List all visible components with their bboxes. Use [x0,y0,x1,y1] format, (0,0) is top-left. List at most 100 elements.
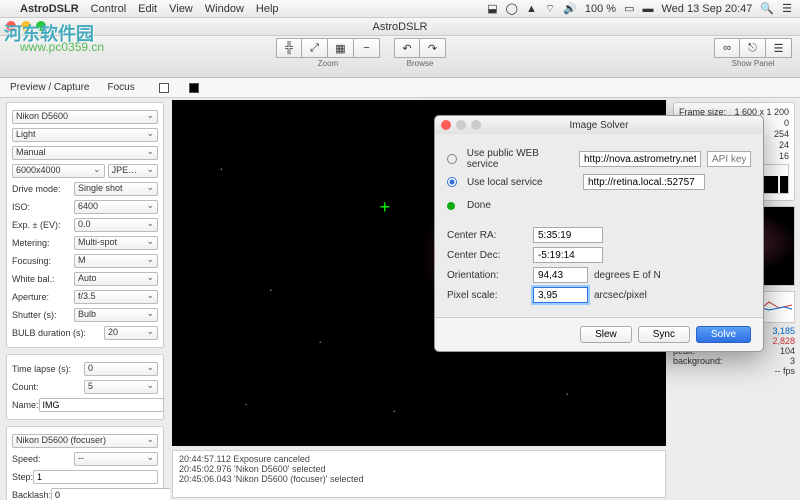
wifi-icon[interactable]: ⌔ [545,2,555,16]
battery-text: 100 % [585,3,616,15]
browse-prev-button[interactable]: ↶ [394,38,420,58]
zoom-actual-button[interactable]: ⤢ [302,38,328,58]
count-label: Count: [12,382,84,392]
battery-icon[interactable]: ▭ [624,2,634,15]
drive-select[interactable]: Single shot [74,182,158,196]
backlash-label: Backlash: [12,490,51,500]
backlash-input[interactable] [51,488,170,500]
step-label: Step: [12,472,33,482]
zoom-fit-button[interactable]: ╬ [276,38,302,58]
log-line: 20:44:57.112 Exposure canceled [179,454,659,464]
iso-label: ISO: [12,202,74,212]
aperture-select[interactable]: f/3.5 [74,290,158,304]
zoom-in-button[interactable]: ▦ [328,38,354,58]
panel-list-button[interactable]: ☰ [766,38,792,58]
shutter-label: Shutter (s): [12,310,74,320]
solve-button[interactable]: Solve [696,326,751,343]
focus-select[interactable]: M [74,254,158,268]
name-input[interactable] [39,398,164,412]
timelapse-select[interactable]: 0 [84,362,158,376]
whatsapp-icon[interactable]: ◯ [506,2,518,15]
meter-label: Metering: [12,238,74,248]
orient-input[interactable] [533,267,588,283]
menu-window[interactable]: Window [205,3,244,15]
dec-input[interactable] [533,247,603,263]
scale-input[interactable] [533,287,588,303]
bulb-select[interactable]: 20 [104,326,158,340]
timelapse-label: Time lapse (s): [12,364,84,374]
capture-bar: Preview / Capture Focus [0,78,800,98]
dialog-zoom [471,120,481,130]
white-frame-button[interactable] [159,83,169,93]
panel-share-button[interactable]: ⎋ [740,38,766,58]
local-url-input[interactable] [583,174,705,190]
menu-view[interactable]: View [169,3,193,15]
tab-preview[interactable]: Preview / Capture [10,82,89,93]
iso-select[interactable]: 6400 [74,200,158,214]
format-select[interactable]: JPE… [108,164,158,178]
spotlight-icon[interactable]: 🔍 [760,2,774,15]
radio-local[interactable] [447,177,457,187]
app-menu[interactable]: AstroDSLR [20,3,79,15]
browse-next-button[interactable]: ↷ [420,38,446,58]
shutter-select[interactable]: Bulb [74,308,158,322]
dec-label: Center Dec: [447,250,527,261]
focus-label: Focusing: [12,256,74,266]
showpanel-label: Show Panel [732,59,775,68]
camera-select[interactable]: Nikon D5600 [12,110,158,124]
panel-link-button[interactable]: ∞ [714,38,740,58]
toolbar: ╬ ⤢ ▦ − Zoom ↶ ↷ Browse ∞ ⎋ ☰ Show Panel [0,36,800,78]
volume-icon[interactable]: 🔊 [563,2,577,15]
menu-edit[interactable]: Edit [138,3,157,15]
bg-value: 3 [790,356,795,366]
dialog-close[interactable] [441,120,451,130]
sequence-panel: Time lapse (s):0 Count:5 Name: [6,354,164,420]
menu-control[interactable]: Control [91,3,126,15]
scale-label: Pixel scale: [447,290,527,301]
api-key-input[interactable] [707,151,751,167]
bulb-label: BULB duration (s): [12,328,104,338]
mode-select[interactable]: Manual [12,146,158,160]
image-solver-dialog: Image Solver Use public WEB service Use … [434,115,764,352]
focuser-select[interactable]: Nikon D5600 (focuser) [12,434,158,448]
ra-label: Center RA: [447,230,527,241]
zoom-out-button[interactable]: − [354,38,380,58]
airplay-icon[interactable]: ▲ [526,3,537,15]
dialog-min [456,120,466,130]
step-input[interactable] [33,470,158,484]
dropbox-icon[interactable]: ⬓ [487,2,497,15]
scale-unit: arcsec/pixel [594,290,647,301]
zoom-window[interactable] [36,21,46,31]
black-frame-button[interactable] [189,83,199,93]
drive-label: Drive mode: [12,184,74,194]
close-window[interactable] [6,21,16,31]
resolution-select[interactable]: 6000x4000 [12,164,105,178]
tab-focus[interactable]: Focus [107,82,134,93]
sync-button[interactable]: Sync [638,326,690,343]
notif-icon[interactable]: ☰ [782,2,792,15]
menu-help[interactable]: Help [256,3,279,15]
ra-input[interactable] [533,227,603,243]
wb-select[interactable]: Auto [74,272,158,286]
local-label: Use local service [467,177,577,188]
radio-public[interactable] [447,154,457,164]
zoom-label: Zoom [318,59,338,68]
exp-label: Exp. ± (EV): [12,220,74,230]
wb-label: White bal.: [12,274,74,284]
status-text: Done [467,200,491,211]
count-select[interactable]: 5 [84,380,158,394]
browse-label: Browse [407,59,434,68]
exp-select[interactable]: 0.0 [74,218,158,232]
minimize-window[interactable] [21,21,31,31]
clock[interactable]: Wed 13 Sep 20:47 [662,3,753,15]
orient-unit: degrees E of N [594,270,661,281]
frame-select[interactable]: Light [12,128,158,142]
slew-button[interactable]: Slew [580,326,632,343]
flag-icon[interactable]: ▬ [643,3,654,15]
log-line: 20:45:06.043 'Nikon D5600 (focuser)' sel… [179,474,659,484]
log-panel: 20:44:57.112 Exposure canceled 20:45:02.… [172,450,666,498]
log-line: 20:45:02.976 'Nikon D5600' selected [179,464,659,474]
public-url-input[interactable] [579,151,701,167]
meter-select[interactable]: Multi-spot [74,236,158,250]
speed-select[interactable]: -- [74,452,158,466]
